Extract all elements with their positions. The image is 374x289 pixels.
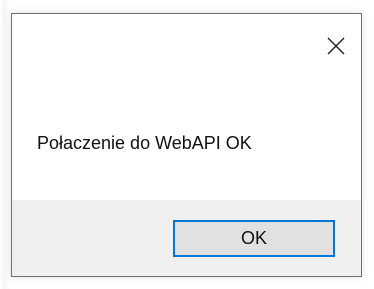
close-button[interactable]	[313, 16, 359, 76]
message-box-dialog: Połaczenie do WebAPI OK OK	[11, 13, 362, 277]
ok-button[interactable]: OK	[173, 220, 335, 257]
message-text: Połaczenie do WebAPI OK	[37, 133, 252, 153]
message-area: Połaczenie do WebAPI OK	[12, 78, 361, 201]
title-bar	[12, 14, 361, 78]
button-footer: OK	[12, 200, 361, 276]
close-icon	[327, 37, 345, 55]
